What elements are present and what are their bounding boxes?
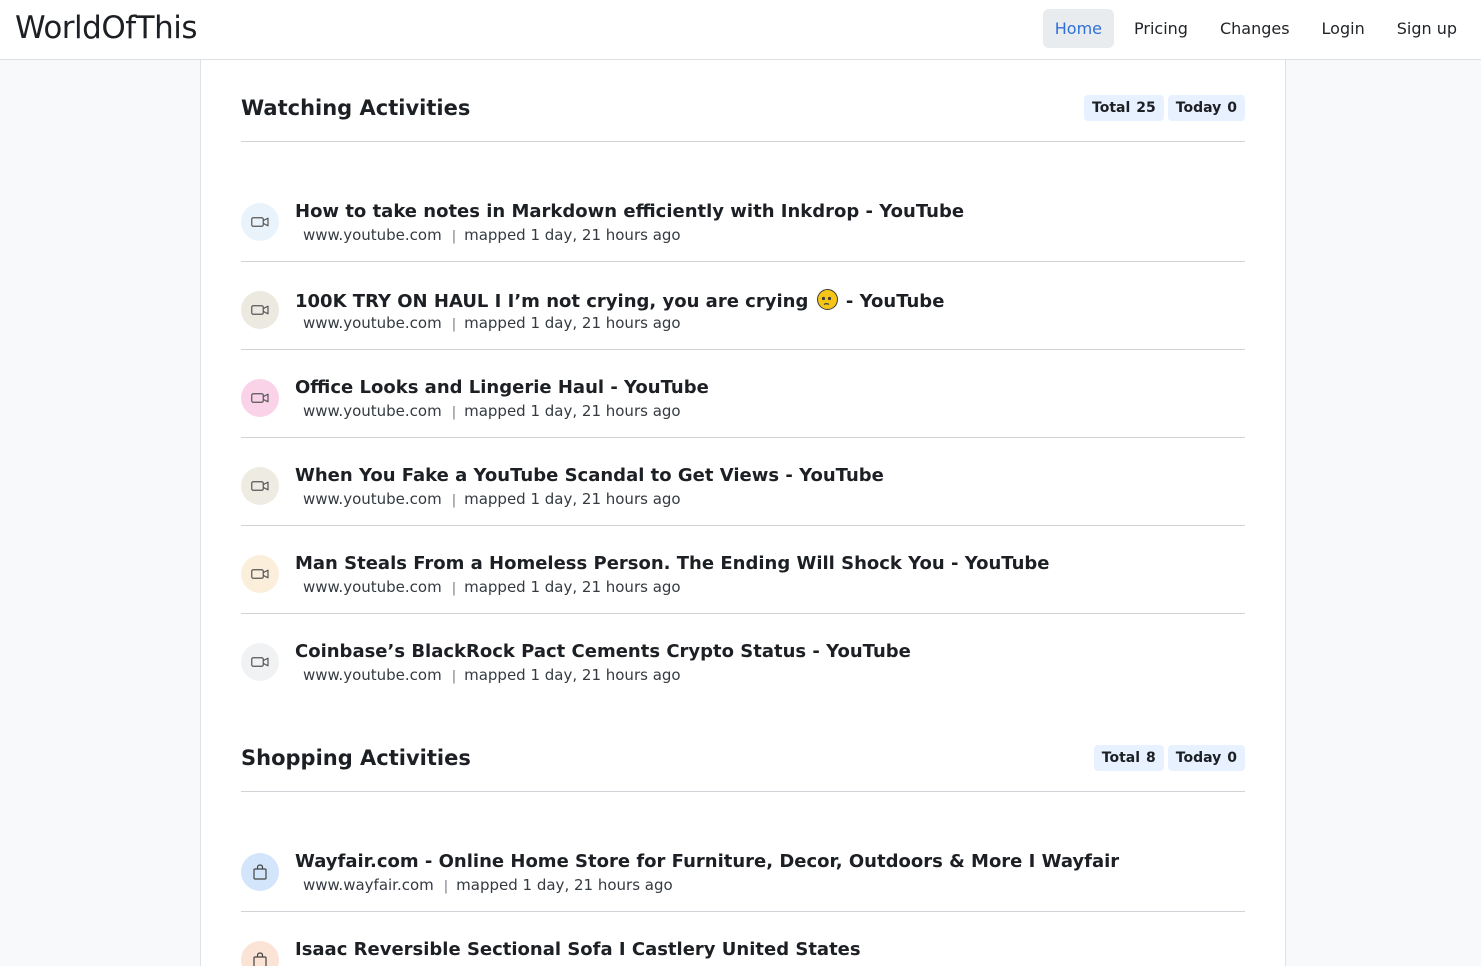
activity-title-link[interactable]: Office Looks and Lingerie Haul - YouTube — [295, 377, 709, 398]
activity-domain: www.youtube.com — [303, 226, 442, 244]
video-camera-icon — [241, 467, 279, 505]
shopping-total-badge: Total 8 — [1093, 745, 1164, 771]
activity-meta: www.youtube.com | mapped 1 day, 21 hours a… — [303, 402, 681, 420]
meta-separator: | — [451, 581, 457, 596]
nav-signup[interactable]: Sign up — [1385, 9, 1469, 48]
meta-separator: | — [451, 405, 457, 420]
activity-domain: www.wayfair.com — [303, 876, 434, 894]
activity-time: mapped 1 day, 21 hours ago — [464, 578, 681, 596]
activity-domain: www.youtube.com — [303, 314, 442, 332]
list-item: Office Looks and Lingerie Haul - YouTube… — [241, 350, 1245, 438]
video-camera-icon — [241, 379, 279, 417]
list-item: Wayfair.com - Online Home Store for Furn… — [241, 824, 1245, 912]
video-camera-icon — [241, 643, 279, 681]
activity-domain: www.youtube.com — [303, 490, 442, 508]
brand-logo[interactable]: WorldOfThis — [15, 10, 198, 46]
activity-meta: www.youtube.com | mapped 1 day, 21 hours a… — [303, 578, 681, 596]
shopping-section: Shopping Activities Total 8 Today 0 Wayfai… — [241, 710, 1245, 966]
shopping-today-badge: Today 0 — [1167, 745, 1245, 771]
video-camera-icon — [241, 203, 279, 241]
main-panel: Watching Activities Total 25 Today 0 How t… — [200, 60, 1286, 966]
watching-badges: Total 25 Today 0 — [1084, 95, 1245, 121]
shopping-badges: Total 8 Today 0 — [1093, 745, 1245, 771]
meta-separator: | — [443, 879, 449, 894]
activity-meta: www.youtube.com | mapped 1 day, 21 hours a… — [303, 226, 681, 244]
video-camera-icon — [241, 291, 279, 329]
activity-title-link[interactable]: How to take notes in Markdown efficientl… — [295, 201, 964, 222]
activity-domain: www.youtube.com — [303, 402, 442, 420]
activity-title-link[interactable]: When You Fake a YouTube Scandal to Get V… — [295, 465, 884, 486]
shopping-bag-icon — [241, 853, 279, 891]
nav-pricing[interactable]: Pricing — [1122, 9, 1200, 48]
watching-header: Watching Activities Total 25 Today 0 — [241, 60, 1245, 142]
shopping-title: Shopping Activities — [241, 746, 471, 770]
list-item: Isaac Reversible Sectional Sofa I Castle… — [241, 912, 1245, 966]
activity-domain: www.youtube.com — [303, 666, 442, 684]
activity-title-link[interactable]: Coinbase’s BlackRock Pact Cements Crypto… — [295, 641, 911, 662]
list-item: How to take notes in Markdown efficientl… — [241, 174, 1245, 262]
meta-separator: | — [451, 317, 457, 332]
meta-separator: | — [451, 669, 457, 684]
activity-title-link[interactable]: Man Steals From a Homeless Person. The E… — [295, 553, 1050, 574]
watching-title: Watching Activities — [241, 96, 471, 120]
activity-domain: www.youtube.com — [303, 578, 442, 596]
activity-meta: www.youtube.com | mapped 1 day, 21 hours a… — [303, 666, 681, 684]
activity-time: mapped 1 day, 21 hours ago — [464, 402, 681, 420]
video-camera-icon — [241, 555, 279, 593]
activity-meta: www.youtube.com | mapped 1 day, 21 hours a… — [303, 490, 681, 508]
shopping-header: Shopping Activities Total 8 Today 0 — [241, 710, 1245, 792]
nav-menu: Home Pricing Changes Login Sign up — [1035, 9, 1469, 48]
activity-time: mapped 1 day, 21 hours ago — [464, 666, 681, 684]
watching-section: Watching Activities Total 25 Today 0 How t… — [241, 60, 1245, 702]
top-navbar: WorldOfThis Home Pricing Changes Login S… — [0, 0, 1481, 60]
watching-list: How to take notes in Markdown efficientl… — [241, 142, 1245, 702]
list-item: Coinbase’s BlackRock Pact Cements Crypto… — [241, 614, 1245, 702]
activity-title-link[interactable]: Isaac Reversible Sectional Sofa I Castle… — [295, 939, 861, 960]
activity-meta: www.youtube.com | mapped 1 day, 21 hours a… — [303, 314, 681, 332]
activity-time: mapped 1 day, 21 hours ago — [464, 490, 681, 508]
watching-total-badge: Total 25 — [1084, 95, 1164, 121]
list-item: 100K TRY ON HAUL I I’m not crying, you a… — [241, 262, 1245, 350]
meta-separator: | — [451, 229, 457, 244]
shopping-bag-icon — [241, 941, 279, 966]
nav-changes[interactable]: Changes — [1208, 9, 1302, 48]
shopping-list: Wayfair.com - Online Home Store for Furn… — [241, 792, 1245, 966]
activity-time: mapped 1 day, 21 hours ago — [464, 314, 681, 332]
meta-separator: | — [451, 493, 457, 508]
nav-home[interactable]: Home — [1042, 9, 1115, 48]
activity-title-link[interactable]: Wayfair.com - Online Home Store for Furn… — [295, 851, 1119, 872]
activity-time: mapped 1 day, 21 hours ago — [464, 226, 681, 244]
list-item: When You Fake a YouTube Scandal to Get V… — [241, 438, 1245, 526]
nav-login[interactable]: Login — [1310, 9, 1377, 48]
pleading-face-emoji-icon — [816, 289, 838, 310]
list-item: Man Steals From a Homeless Person. The E… — [241, 526, 1245, 614]
activity-title-link[interactable]: 100K TRY ON HAUL I I’m not crying, you a… — [295, 289, 944, 312]
activity-time: mapped 1 day, 21 hours ago — [456, 876, 673, 894]
activity-meta: www.wayfair.com | mapped 1 day, 21 hours a… — [303, 876, 673, 894]
watching-today-badge: Today 0 — [1167, 95, 1245, 121]
